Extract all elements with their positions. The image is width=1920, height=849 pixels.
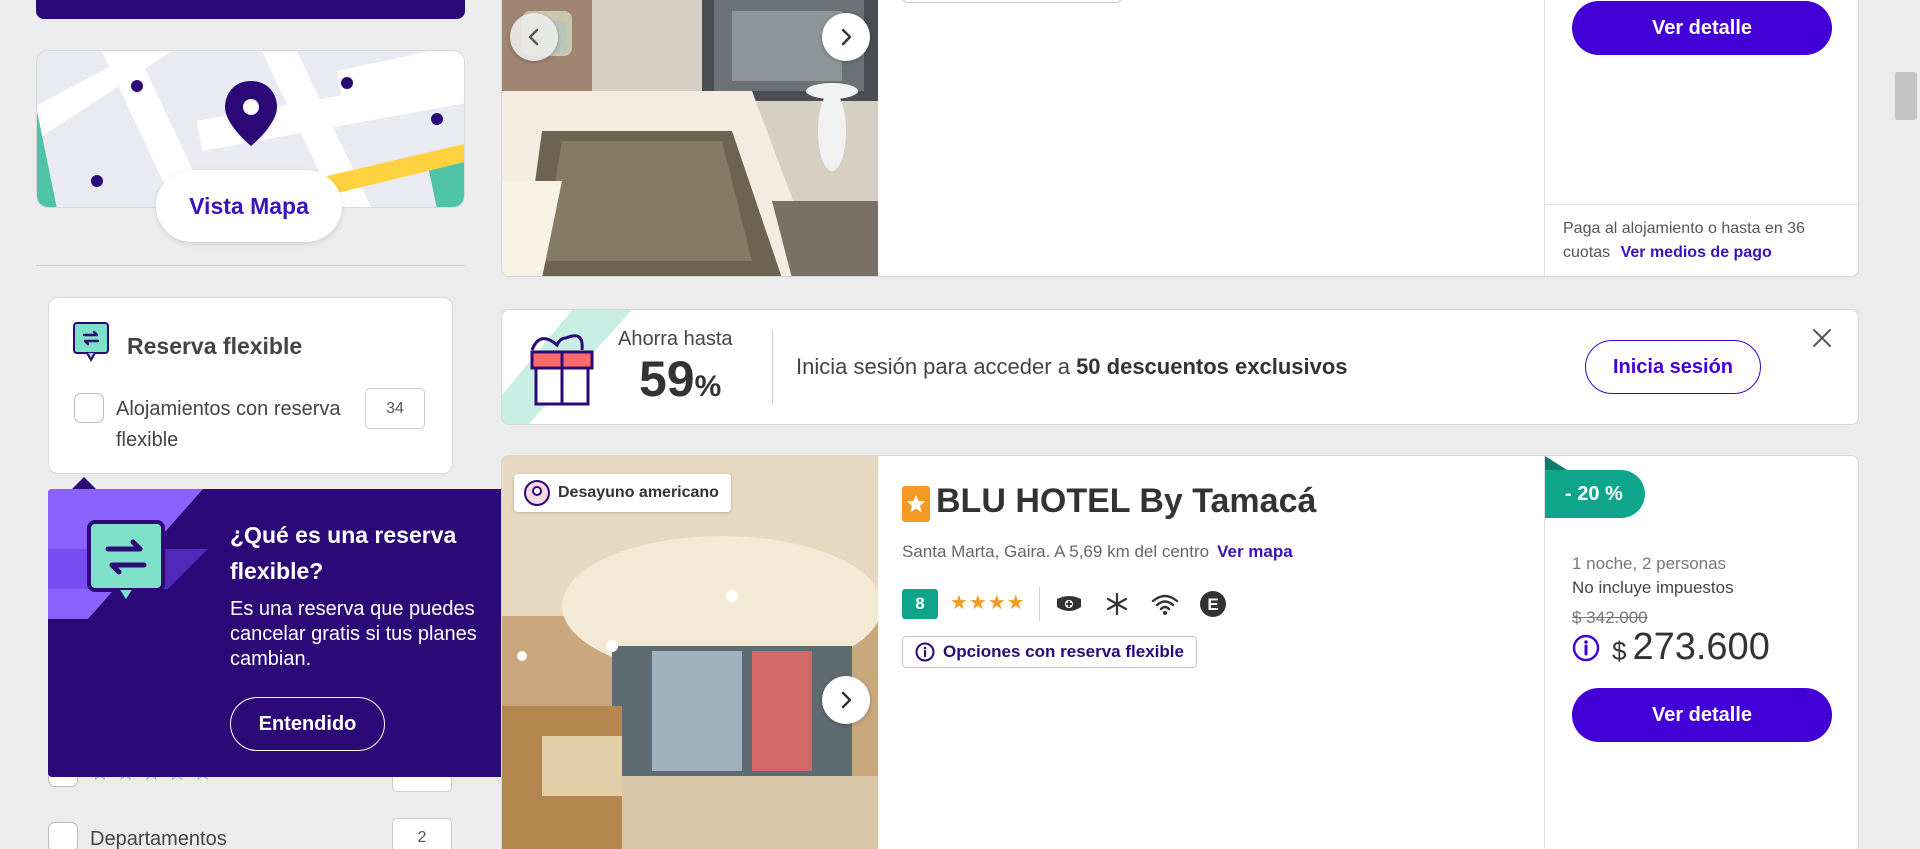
info-icon xyxy=(915,642,935,662)
chevron-left-icon xyxy=(528,28,539,46)
divider xyxy=(1039,587,1040,621)
scrollbar-thumb[interactable] xyxy=(1895,72,1917,120)
old-price: $ 342.000 xyxy=(1572,608,1648,627)
hotel-card: Ver detalle Paga al alojamiento o hasta … xyxy=(501,0,1859,277)
breakfast-icon xyxy=(524,480,550,506)
promo-text: Inicia sesión para acceder a 50 descuent… xyxy=(796,354,1348,379)
info-icon[interactable] xyxy=(1572,634,1600,662)
flexible-reservation-tooltip: ¿Qué es una reserva flexible? Es una res… xyxy=(48,489,551,777)
top-filter-bar xyxy=(36,0,465,19)
tax-note: No incluye impuestos xyxy=(1572,578,1734,597)
hotel-card: Desayuno americano BLU HOTEL By Tamacá S… xyxy=(501,455,1859,849)
next-photo-button[interactable] xyxy=(822,676,870,724)
divider xyxy=(772,330,773,404)
close-icon[interactable] xyxy=(1810,326,1834,350)
view-detail-button[interactable]: Ver detalle xyxy=(1572,1,1832,55)
price-column: - 20 % 1 noche, 2 personas No incluye im… xyxy=(1544,456,1858,849)
flex-reservation-icon xyxy=(73,322,109,362)
filter-option-count: 34 xyxy=(365,388,425,429)
discount-label: - 20 % xyxy=(1565,483,1623,505)
divider xyxy=(36,265,465,266)
tooltip-title: ¿Qué es una reserva flexible? xyxy=(230,522,457,584)
snowflake-icon xyxy=(1102,589,1132,619)
review-score: 8 xyxy=(902,589,938,619)
tooltip-understood-button[interactable]: Entendido xyxy=(230,697,385,751)
flexible-reservation-checkbox[interactable] xyxy=(74,393,104,423)
wifi-icon xyxy=(1150,589,1180,619)
payment-info: Paga al alojamiento o hasta en 36 cuotas… xyxy=(1563,217,1848,265)
login-button[interactable]: Inicia sesión xyxy=(1585,340,1761,394)
chevron-right-icon xyxy=(841,28,852,46)
stay-info: 1 noche, 2 personas xyxy=(1572,554,1727,573)
departments-count: 2 xyxy=(392,818,452,849)
departments-checkbox[interactable] xyxy=(48,822,78,849)
login-promo-banner: Ahorra hasta 59% Inicia sesión para acce… xyxy=(501,309,1859,425)
tooltip-decoration xyxy=(48,489,208,619)
map-view-button[interactable]: Vista Mapa xyxy=(156,170,342,242)
departments-label[interactable]: Departamentos xyxy=(90,828,227,849)
hotel-tag-stub xyxy=(902,0,1122,3)
hotel-location: Santa Marta, Gaira. A 5,69 km del centro… xyxy=(902,542,1293,561)
breakfast-tag: Desayuno americano xyxy=(514,474,731,512)
next-photo-button[interactable] xyxy=(822,13,870,61)
mask-icon xyxy=(1054,589,1084,619)
previous-photo-button[interactable] xyxy=(510,13,558,61)
star-rating: ★★★★ xyxy=(950,592,1026,614)
filter-title: Reserva flexible xyxy=(127,333,303,359)
e-badge-icon: E xyxy=(1198,589,1228,619)
hotel-photo[interactable] xyxy=(502,456,878,849)
flex-reservation-icon xyxy=(87,520,165,607)
view-map-link[interactable]: Ver mapa xyxy=(1217,542,1293,561)
svg-text:E: E xyxy=(1207,595,1218,614)
divider xyxy=(1545,204,1858,205)
flexible-reservation-filter: Reserva flexible Alojamientos con reserv… xyxy=(48,297,453,474)
view-detail-button[interactable]: Ver detalle xyxy=(1572,688,1832,742)
chevron-right-icon xyxy=(841,691,852,709)
filter-option-label[interactable]: Alojamientos con reserva flexible xyxy=(116,394,356,456)
tooltip-body: Es una reserva que puedes cancelar grati… xyxy=(230,598,477,670)
current-price: $ 273.600 xyxy=(1572,626,1770,669)
promo-save-label: Ahorra hasta xyxy=(618,328,733,350)
scrollbar-track[interactable] xyxy=(1890,0,1920,849)
price-column: Ver detalle Paga al alojamiento o hasta … xyxy=(1544,0,1858,276)
star-badge-icon xyxy=(902,486,930,522)
promo-save-percentage: 59% xyxy=(639,351,722,407)
payment-methods-link[interactable]: Ver medios de pago xyxy=(1621,244,1772,261)
hotel-name[interactable]: BLU HOTEL By Tamacá xyxy=(936,482,1316,521)
flexible-options-badge[interactable]: Opciones con reserva flexible xyxy=(902,636,1197,668)
